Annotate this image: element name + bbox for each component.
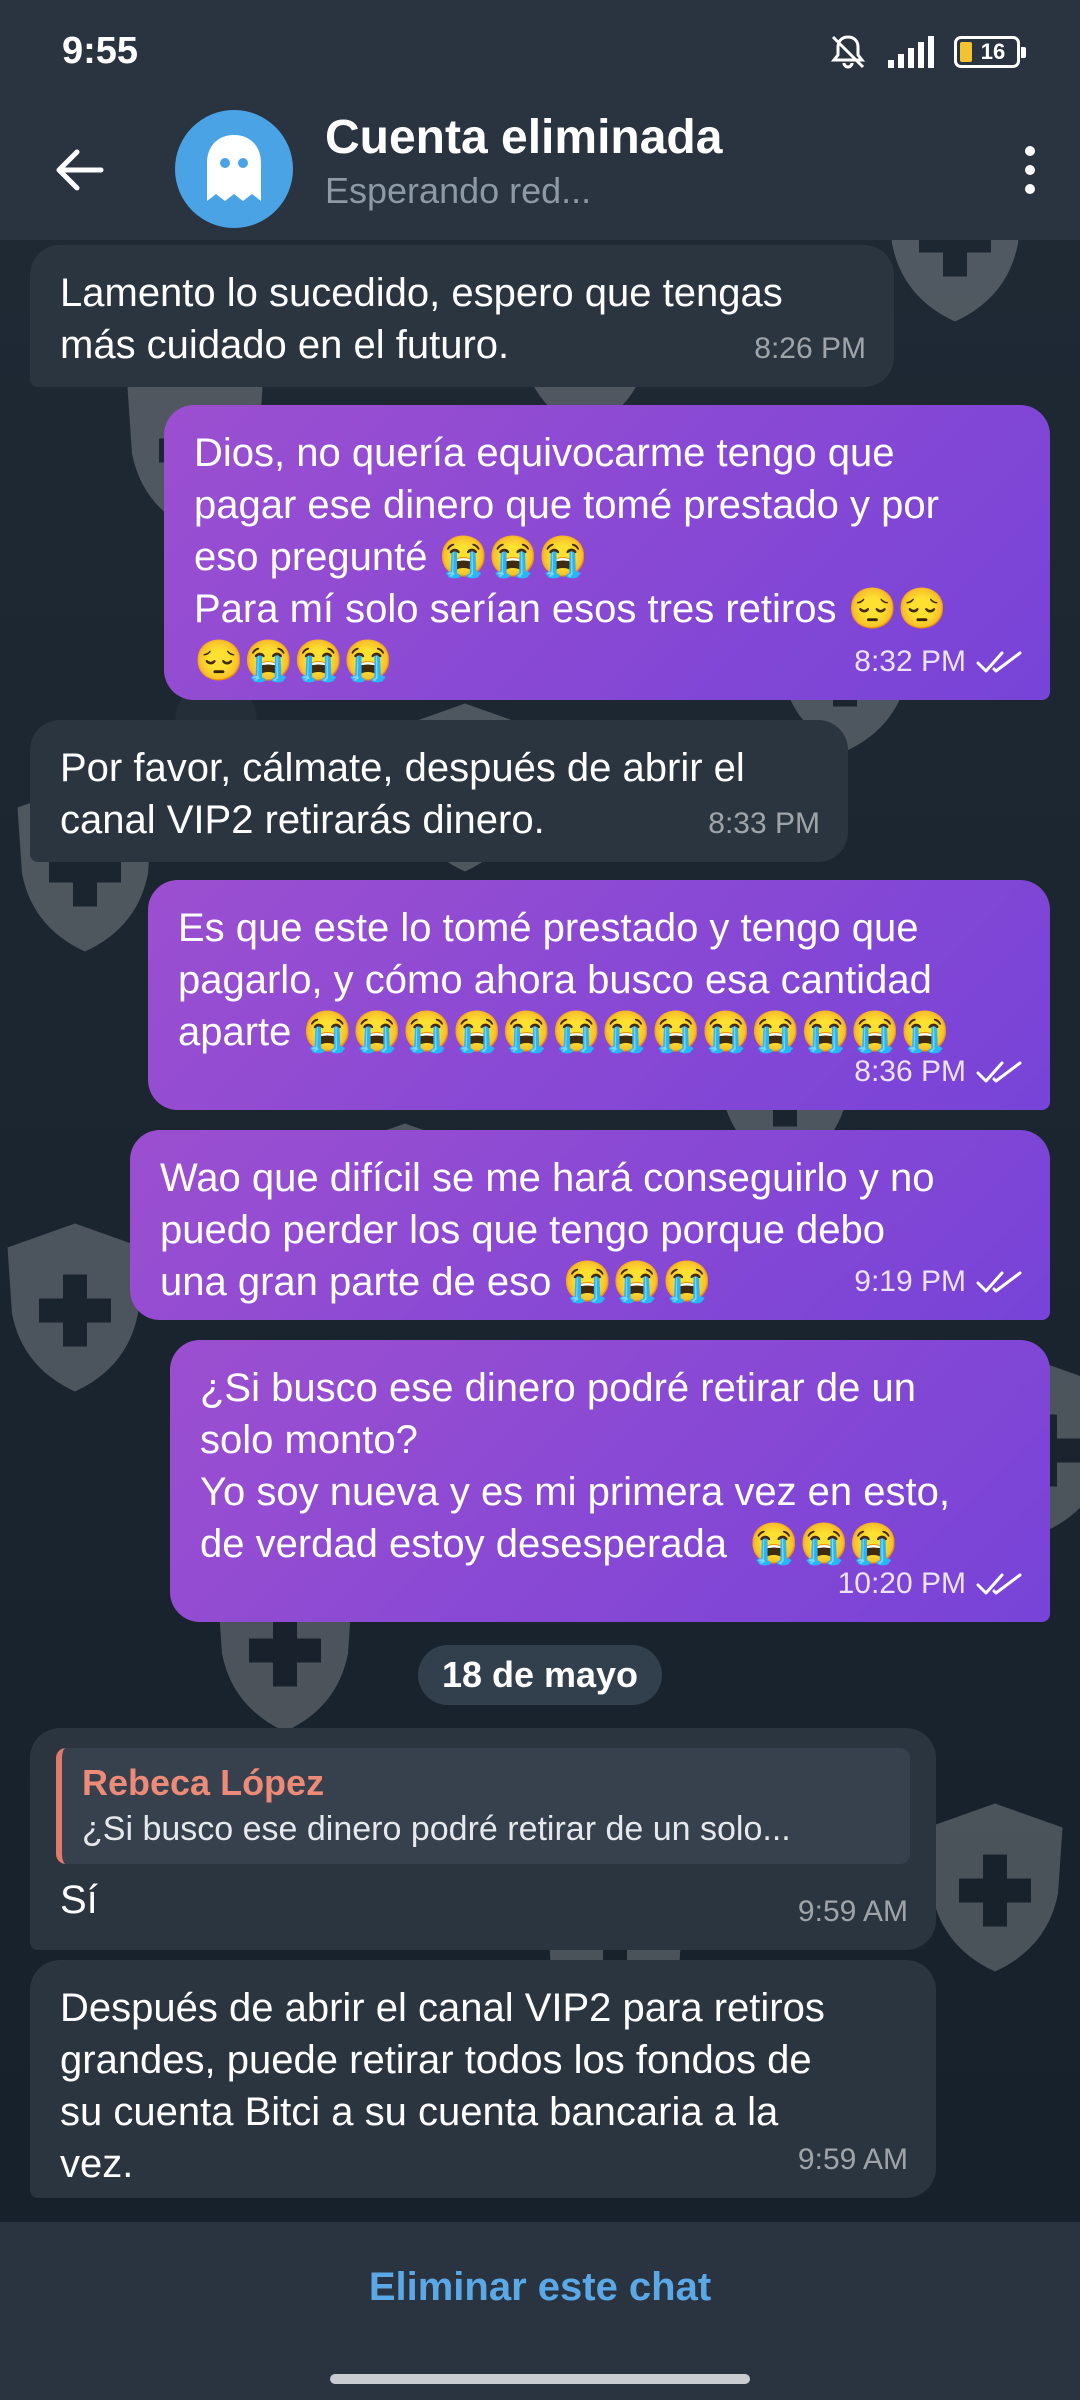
message-meta: 9:59 AM (798, 1886, 908, 1938)
message-incoming[interactable]: Rebeca López ¿Si busco ese dinero podré … (30, 1728, 936, 1950)
message-outgoing[interactable]: Dios, no quería equivocarme tengo que pa… (164, 405, 1050, 700)
dot-icon (1025, 146, 1035, 156)
avatar[interactable] (175, 110, 293, 228)
message-meta: 8:26 PM (754, 323, 866, 375)
message-text: ¿Si busco ese dinero podré retirar de un… (200, 1366, 950, 1566)
message-outgoing[interactable]: ¿Si busco ese dinero podré retirar de un… (170, 1340, 1050, 1622)
message-text: Es que este lo tomé prestado y tengo que… (178, 906, 950, 1054)
dot-icon (1025, 165, 1035, 175)
bottom-bar: Eliminar este chat (0, 2222, 1080, 2400)
ghost-icon (207, 135, 261, 201)
chat-screen: Lamento lo sucedido, espero que tengas m… (0, 0, 1080, 2400)
message-time: 8:26 PM (754, 332, 866, 365)
status-bar: 9:55 16 (0, 0, 1080, 100)
double-check-icon (976, 651, 1022, 673)
message-outgoing[interactable]: Wao que difícil se me hará conseguirlo y… (130, 1130, 1050, 1320)
message-text: Sí (60, 1878, 98, 1922)
message-meta: 9:59 AM (798, 2134, 908, 2186)
bell-muted-icon (830, 35, 866, 69)
dot-icon (1025, 184, 1035, 194)
reply-sender-name: Rebeca López (82, 1762, 325, 1803)
battery-level: 16 (980, 39, 1006, 64)
more-options-button[interactable] (1000, 130, 1060, 210)
message-meta: 8:36 PM (854, 1046, 1022, 1098)
message-time: 9:59 AM (797, 2143, 908, 2176)
chat-header: Cuenta eliminada Esperando red... (0, 100, 1080, 240)
back-button[interactable] (40, 130, 120, 210)
message-text: Después de abrir el canal VIP2 para reti… (60, 1986, 825, 2186)
delete-chat-button[interactable]: Eliminar este chat (0, 2222, 1080, 2352)
home-indicator[interactable] (330, 2374, 750, 2384)
message-outgoing[interactable]: Es que este lo tomé prestado y tengo que… (148, 880, 1050, 1110)
message-meta: 8:33 PM (708, 798, 820, 850)
chat-title[interactable]: Cuenta eliminada (325, 110, 722, 165)
shield-watermark-icon (7, 1223, 143, 1392)
message-time: 10:20 PM (837, 1567, 966, 1600)
double-check-icon (976, 1573, 1022, 1595)
battery-icon: 16 (954, 36, 1026, 68)
shield-watermark-icon (927, 1803, 1063, 1972)
message-text: Lamento lo sucedido, espero que tengas m… (60, 271, 783, 367)
message-time: 8:33 PM (708, 807, 820, 840)
message-incoming[interactable]: Después de abrir el canal VIP2 para reti… (30, 1960, 936, 2198)
status-icons: 16 (828, 30, 1026, 74)
message-time: 9:19 PM (854, 1265, 966, 1298)
status-time: 9:55 (62, 30, 139, 72)
message-time: 8:36 PM (854, 1055, 966, 1088)
message-text: Por favor, cálmate, después de abrir el … (60, 746, 745, 842)
chat-status: Esperando red... (325, 170, 592, 211)
arrow-left-icon (56, 149, 104, 191)
message-time: 9:59 AM (797, 1895, 908, 1928)
signal-icon (888, 36, 934, 68)
message-meta: 8:32 PM (854, 636, 1022, 688)
reply-preview[interactable]: Rebeca López ¿Si busco ese dinero podré … (56, 1748, 910, 1864)
message-meta: 9:19 PM (854, 1256, 1022, 1308)
message-incoming[interactable]: Por favor, cálmate, después de abrir el … (30, 720, 848, 862)
date-separator: 18 de mayo (418, 1645, 662, 1705)
reply-text: ¿Si busco ese dinero podré retirar de un… (82, 1810, 791, 1848)
message-meta: 10:20 PM (838, 1558, 1022, 1610)
double-check-icon (976, 1271, 1022, 1293)
message-time: 8:32 PM (854, 645, 966, 678)
message-incoming[interactable]: Lamento lo sucedido, espero que tengas m… (30, 245, 894, 387)
double-check-icon (976, 1061, 1022, 1083)
